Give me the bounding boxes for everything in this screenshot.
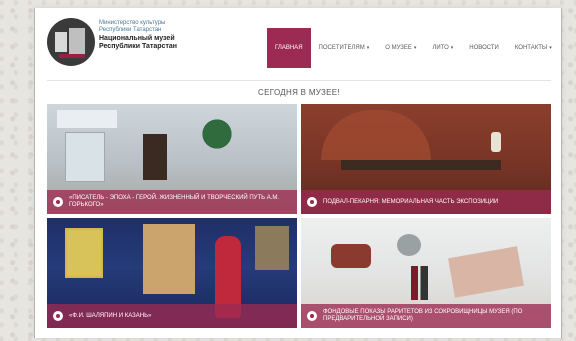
nav-item-about[interactable]: О МУЗЕЕ ▾ <box>377 28 424 68</box>
nav-label: О МУЗЕЕ <box>385 45 412 51</box>
tile-shalyapin-kazan[interactable]: «Ф.И. ШАЛЯПИН И КАЗАНЬ» <box>47 218 297 328</box>
logo-building-right <box>69 28 85 54</box>
ministry-line-2: Республики Татарстан <box>99 26 162 33</box>
section-title: СЕГОДНЯ В МУЗЕЕ! <box>258 88 340 97</box>
display-cabinet <box>65 132 105 182</box>
document <box>448 246 524 298</box>
tile-gorky-exhibition[interactable]: «ПИСАТЕЛЬ - ЭПОХА - ГЕРОЙ. ЖИЗНЕННЫЙ И Т… <box>47 104 297 214</box>
nav-item-lito[interactable]: ЛИТО ▾ <box>424 28 461 68</box>
nav-label: ЛИТО <box>432 45 449 51</box>
stamp-pad <box>331 244 371 268</box>
bakery-table <box>341 160 501 170</box>
circle-bullet-icon <box>53 197 63 207</box>
lamp <box>491 132 501 152</box>
inkwell <box>397 234 421 256</box>
tile-caption-bar: «ПИСАТЕЛЬ - ЭПОХА - ГЕРОЙ. ЖИЗНЕННЫЙ И Т… <box>47 190 297 214</box>
tile-caption-bar: «Ф.И. ШАЛЯПИН И КАЗАНЬ» <box>47 304 297 328</box>
window <box>57 110 117 128</box>
chevron-down-icon: ▾ <box>413 45 417 51</box>
tile-rarities-showing[interactable]: ФОНДОВЫЕ ПОКАЗЫ РАРИТЕТОВ ИЗ СОКРОВИЩНИЦ… <box>301 218 551 328</box>
chair <box>143 134 167 180</box>
circle-bullet-icon <box>53 311 63 321</box>
plant <box>197 114 237 164</box>
nav-label: НОВОСТИ <box>469 45 499 51</box>
nav-label: ПОСЕТИТЕЛЯМ <box>318 45 365 51</box>
logo-text[interactable]: Министерство культуры Республики Татарст… <box>99 20 219 51</box>
tile-bakery-basement[interactable]: ПОДВАЛ-ПЕКАРНЯ: МЕМОРИАЛЬНАЯ ЧАСТЬ ЭКСПО… <box>301 104 551 214</box>
logo-building-left <box>55 32 67 52</box>
nav-item-home[interactable]: ГЛАВНАЯ <box>267 28 311 68</box>
tile-caption: «ПИСАТЕЛЬ - ЭПОХА - ГЕРОЙ. ЖИЗНЕННЫЙ И Т… <box>69 195 280 208</box>
tile-caption: «Ф.И. ШАЛЯПИН И КАЗАНЬ» <box>69 312 152 319</box>
site-header: Министерство культуры Республики Татарст… <box>35 8 563 76</box>
nav-item-contacts[interactable]: КОНТАКТЫ ▾ <box>507 28 560 68</box>
tile-caption: ФОНДОВЫЕ ПОКАЗЫ РАРИТЕТОВ ИЗ СОКРОВИЩНИЦ… <box>323 309 523 322</box>
museum-name-line-1: Национальный музей <box>99 35 175 43</box>
ministry-line-1: Министерство культуры <box>99 20 166 26</box>
tile-caption: ПОДВАЛ-ПЕКАРНЯ: МЕМОРИАЛЬНАЯ ЧАСТЬ ЭКСПО… <box>323 198 499 205</box>
circle-bullet-icon <box>307 197 317 207</box>
nav-item-news[interactable]: НОВОСТИ <box>461 28 507 68</box>
chevron-down-icon: ▾ <box>450 45 454 51</box>
nav-label: КОНТАКТЫ <box>514 45 548 51</box>
chevron-down-icon: ▾ <box>366 45 370 51</box>
chevron-down-icon: ▾ <box>549 45 552 51</box>
brick-arch <box>321 110 431 160</box>
portrait <box>255 226 289 270</box>
museum-website: Министерство культуры Республики Татарст… <box>34 8 562 338</box>
main-navigation: ГЛАВНАЯ ПОСЕТИТЕЛЯМ ▾ О МУЗЕЕ ▾ ЛИТО ▾ НОВО… <box>267 28 560 68</box>
logo-accent <box>59 54 85 58</box>
header-divider <box>47 80 551 81</box>
tile-caption-bar: ПОДВАЛ-ПЕКАРНЯ: МЕМОРИАЛЬНАЯ ЧАСТЬ ЭКСПО… <box>301 190 551 214</box>
poster <box>143 224 195 294</box>
tile-caption-bar: ФОНДОВЫЕ ПОКАЗЫ РАРИТЕТОВ ИЗ СОКРОВИЩНИЦ… <box>301 304 551 328</box>
circle-bullet-icon <box>307 311 317 321</box>
museum-name-line-2: Республики Татарстан <box>99 42 177 50</box>
poster <box>65 228 103 278</box>
pens <box>411 266 435 300</box>
nav-label: ГЛАВНАЯ <box>275 45 303 51</box>
nav-item-visitors[interactable]: ПОСЕТИТЕЛЯМ ▾ <box>311 28 378 68</box>
museum-logo[interactable] <box>47 18 95 66</box>
